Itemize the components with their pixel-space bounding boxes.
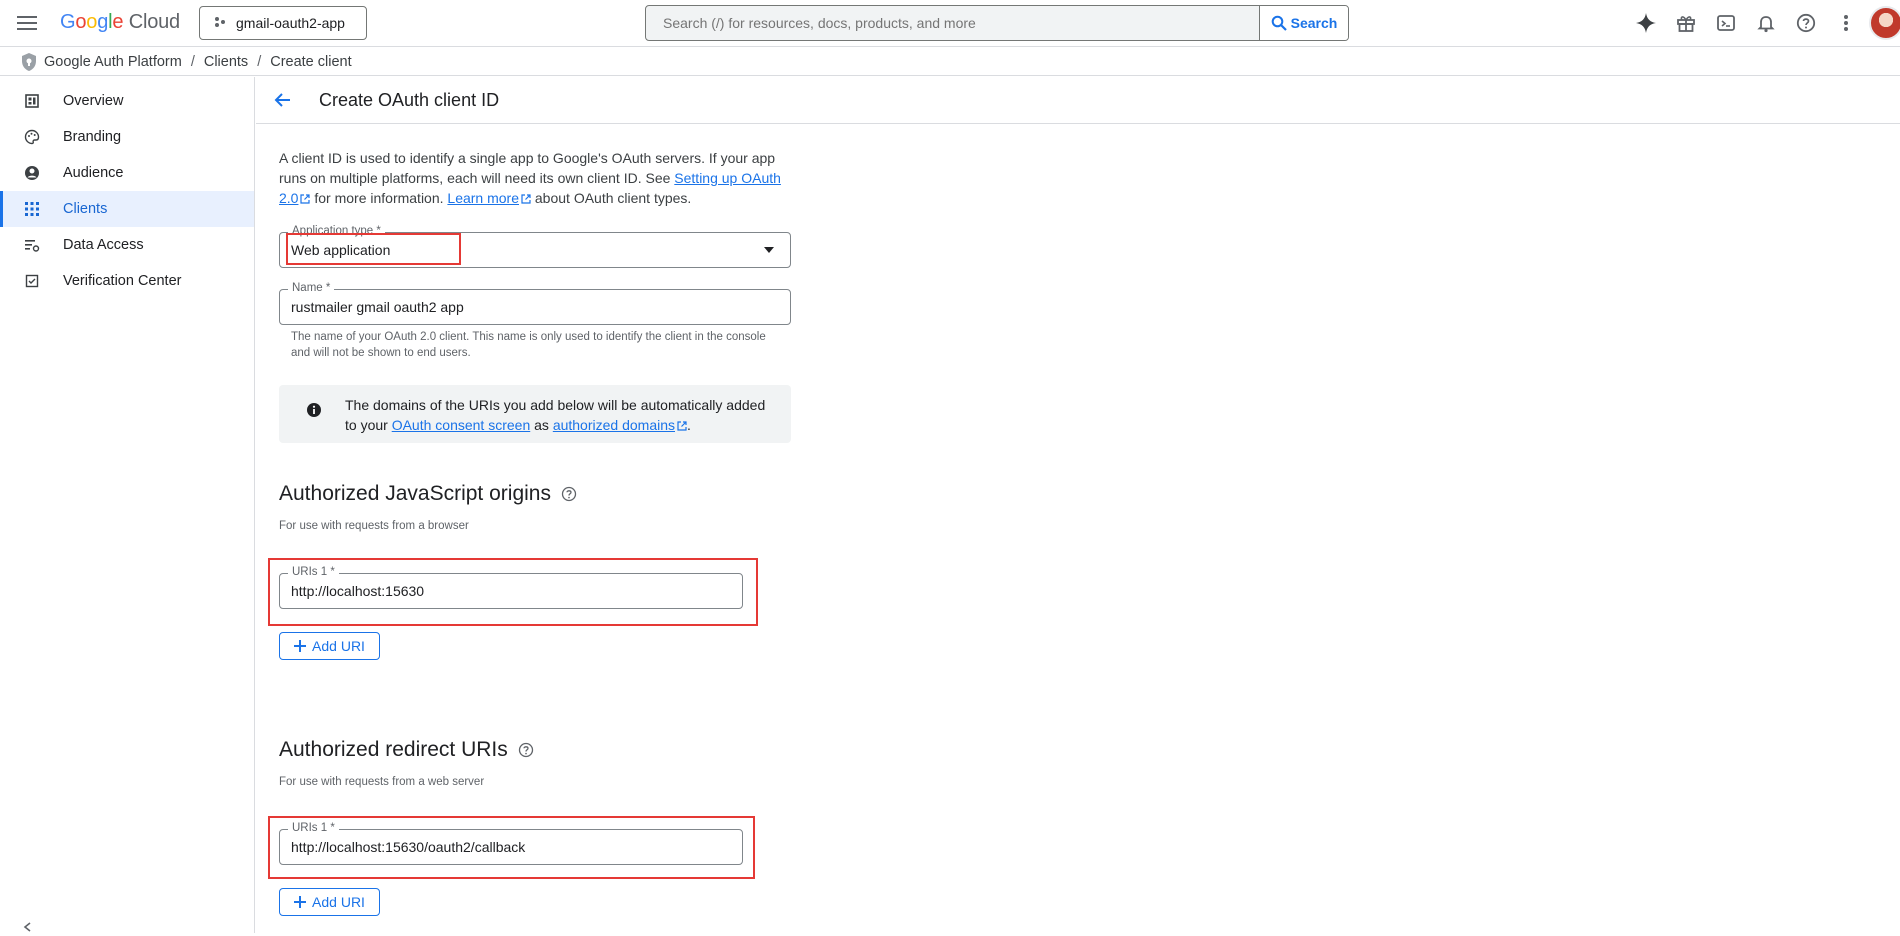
info-text-part: . bbox=[687, 417, 691, 433]
info-icon bbox=[306, 402, 322, 423]
help-icon[interactable] bbox=[1792, 10, 1820, 36]
checkbox-icon bbox=[24, 273, 40, 289]
palette-icon bbox=[24, 129, 40, 145]
avatar[interactable] bbox=[1869, 6, 1900, 40]
search-icon bbox=[1271, 15, 1287, 31]
section-title-text: Authorized JavaScript origins bbox=[279, 482, 551, 505]
help-circle-icon[interactable] bbox=[561, 486, 577, 502]
external-link-icon bbox=[677, 421, 687, 431]
sidebar-item-branding[interactable]: Branding bbox=[0, 119, 254, 155]
sidebar-item-label: Clients bbox=[63, 201, 108, 217]
menu-icon[interactable] bbox=[14, 10, 40, 36]
external-link-icon bbox=[300, 194, 311, 204]
sidebar-item-audience[interactable]: Audience bbox=[0, 155, 254, 191]
project-icon bbox=[214, 15, 226, 31]
add-redirect-uri-button[interactable]: Add URI bbox=[279, 888, 380, 916]
redirect-uris-title: Authorized redirect URIs bbox=[279, 738, 534, 762]
sidebar-item-label: Branding bbox=[63, 129, 122, 145]
highlight-box bbox=[286, 233, 461, 265]
sidebar-item-label: Verification Center bbox=[63, 273, 182, 289]
external-link-icon bbox=[521, 194, 531, 204]
page-title: Create OAuth client ID bbox=[319, 90, 500, 110]
gift-icon[interactable] bbox=[1672, 10, 1700, 36]
name-value: rustmailer gmail oauth2 app bbox=[291, 299, 464, 315]
learn-more-link[interactable]: Learn more bbox=[447, 190, 519, 206]
sidebar: Overview Branding Audience Clients Data … bbox=[0, 77, 255, 933]
back-arrow-icon[interactable] bbox=[272, 89, 294, 111]
info-text-part: as bbox=[530, 417, 553, 433]
add-js-origin-uri-button[interactable]: Add URI bbox=[279, 632, 380, 660]
sidebar-item-verification-center[interactable]: Verification Center bbox=[0, 263, 254, 299]
notifications-icon[interactable] bbox=[1752, 10, 1780, 36]
page-header: Create OAuth client ID bbox=[256, 77, 1900, 124]
section-title-text: Authorized redirect URIs bbox=[279, 738, 508, 761]
name-hint: The name of your OAuth 2.0 client. This … bbox=[291, 331, 766, 359]
collapse-sidebar-icon[interactable] bbox=[22, 920, 34, 936]
authorized-domains-link[interactable]: authorized domains bbox=[553, 417, 675, 433]
cloud-shell-icon[interactable] bbox=[1712, 10, 1740, 36]
redirect-uris-subtitle: For use with requests from a web server bbox=[279, 776, 485, 788]
add-uri-label: Add URI bbox=[312, 894, 365, 910]
top-bar: Google Cloud gmail-oauth2-app Search bbox=[0, 0, 1900, 47]
project-name: gmail-oauth2-app bbox=[236, 15, 345, 31]
project-picker-button[interactable]: gmail-oauth2-app bbox=[199, 6, 367, 40]
name-label: Name * bbox=[288, 282, 335, 294]
logo-cloud-text: Cloud bbox=[128, 11, 180, 33]
sidebar-item-data-access[interactable]: Data Access bbox=[0, 227, 254, 263]
breadcrumb-item[interactable]: Clients bbox=[204, 54, 248, 70]
help-circle-icon[interactable] bbox=[518, 742, 534, 758]
google-cloud-logo[interactable]: Google Cloud bbox=[60, 11, 180, 34]
plus-icon bbox=[294, 896, 307, 908]
list-settings-icon bbox=[24, 237, 40, 253]
dashboard-icon bbox=[24, 93, 40, 109]
js-origins-title: Authorized JavaScript origins bbox=[279, 482, 577, 506]
sidebar-item-label: Data Access bbox=[63, 237, 144, 253]
breadcrumb: Google Auth Platform / Clients / Create … bbox=[0, 48, 1900, 76]
link-label: Learn more bbox=[447, 190, 519, 206]
highlight-box bbox=[268, 558, 758, 626]
shield-icon bbox=[20, 52, 38, 72]
search-button[interactable]: Search bbox=[1259, 6, 1348, 40]
breadcrumb-separator: / bbox=[257, 53, 262, 70]
intro-text-part: for more information. bbox=[310, 190, 448, 206]
info-box: The domains of the URIs you add below wi… bbox=[279, 385, 791, 443]
search-input[interactable] bbox=[646, 6, 1259, 40]
plus-icon bbox=[294, 640, 307, 652]
sidebar-item-label: Overview bbox=[63, 93, 124, 109]
intro-text-part: about OAuth client types. bbox=[531, 190, 692, 206]
link-label: authorized domains bbox=[552, 417, 675, 433]
account-circle-icon bbox=[24, 165, 40, 181]
js-origins-subtitle: For use with requests from a browser bbox=[279, 520, 469, 532]
gemini-icon[interactable] bbox=[1632, 10, 1660, 36]
name-field[interactable]: Name * rustmailer gmail oauth2 app bbox=[279, 282, 791, 325]
breadcrumb-item: Create client bbox=[270, 53, 352, 70]
search-button-label: Search bbox=[1290, 15, 1338, 31]
add-uri-label: Add URI bbox=[312, 638, 365, 654]
highlight-box bbox=[268, 816, 755, 879]
dropdown-arrow-icon bbox=[764, 247, 774, 253]
oauth-consent-screen-link[interactable]: OAuth consent screen bbox=[392, 417, 531, 433]
search-bar: Search bbox=[645, 5, 1349, 41]
sidebar-item-label: Audience bbox=[63, 165, 124, 181]
breadcrumb-separator: / bbox=[190, 53, 195, 70]
sidebar-item-clients[interactable]: Clients bbox=[0, 191, 254, 227]
info-text: The domains of the URIs you add below wi… bbox=[345, 395, 775, 435]
intro-text: A client ID is used to identify a single… bbox=[279, 148, 799, 208]
breadcrumb-item[interactable]: Google Auth Platform bbox=[44, 54, 182, 70]
sidebar-item-overview[interactable]: Overview bbox=[0, 83, 254, 119]
link-label: OAuth consent screen bbox=[391, 417, 531, 433]
apps-grid-icon bbox=[24, 201, 40, 217]
more-vert-icon[interactable] bbox=[1832, 10, 1860, 36]
